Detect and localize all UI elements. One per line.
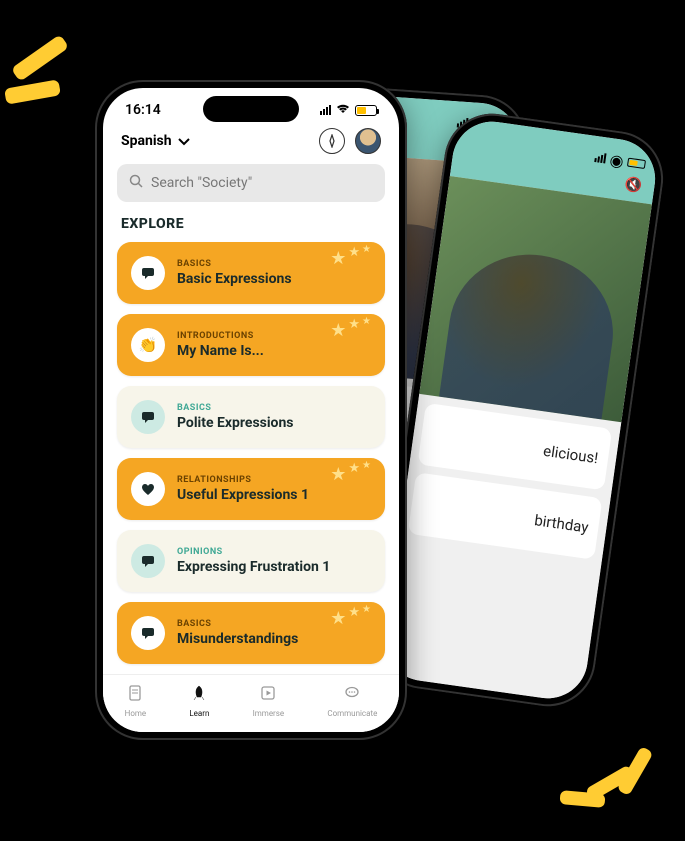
search-icon <box>129 174 143 192</box>
card-category: OPINIONS <box>177 547 330 557</box>
card-icon <box>131 544 165 578</box>
search-input[interactable]: Search "Society" <box>117 164 385 202</box>
card-title: Polite Expressions <box>177 415 293 431</box>
card-category: BASICS <box>177 259 292 269</box>
tab-label: Learn <box>189 709 209 718</box>
lesson-card[interactable]: 👏 INTRODUCTIONS My Name Is... ★★★ <box>117 314 385 376</box>
card-icon: 👏 <box>131 328 165 362</box>
accent-bottom-right <box>570 764 660 806</box>
stars-icon: ★★★ <box>330 248 371 269</box>
tab-learn[interactable]: Learn <box>189 684 209 718</box>
lesson-card[interactable]: BASICS Polite Expressions <box>117 386 385 448</box>
card-category: RELATIONSHIPS <box>177 475 309 485</box>
signal-icon <box>594 152 606 163</box>
signal-icon <box>320 105 331 115</box>
language-label: Spanish <box>121 133 172 149</box>
stars-icon: ★★★ <box>330 608 371 629</box>
tab-bar: Home Learn Immerse Communicate <box>103 674 399 732</box>
stars-icon: ★★★ <box>330 464 371 485</box>
battery-icon <box>627 157 646 168</box>
battery-icon <box>355 105 377 116</box>
tab-communicate[interactable]: Communicate <box>327 684 377 718</box>
tab-label: Communicate <box>327 709 377 718</box>
card-category: BASICS <box>177 403 293 413</box>
mute-icon[interactable]: 🔇 <box>624 176 643 194</box>
avatar[interactable] <box>355 128 381 154</box>
tab-home[interactable]: Home <box>125 684 147 718</box>
card-icon <box>131 400 165 434</box>
section-title: EXPLORE <box>103 216 399 242</box>
chevron-down-icon <box>178 134 190 150</box>
phone-front: 16:14 Spanish <box>95 80 407 740</box>
tab-label: Immerse <box>253 709 285 718</box>
card-icon <box>131 256 165 290</box>
card-title: My Name Is... <box>177 343 264 359</box>
lesson-image <box>419 176 652 422</box>
card-title: Misunderstandings <box>177 631 298 647</box>
card-title: Useful Expressions 1 <box>177 487 309 503</box>
language-select[interactable]: Spanish <box>121 133 190 149</box>
rocket-icon <box>190 684 208 707</box>
lesson-card[interactable]: BASICS Basic Expressions ★★★ <box>117 242 385 304</box>
clock: 16:14 <box>125 102 161 118</box>
card-title: Expressing Frustration 1 <box>177 559 330 575</box>
card-title: Basic Expressions <box>177 271 292 287</box>
lesson-card[interactable]: BASICS Misunderstandings ★★★ <box>117 602 385 664</box>
tab-immerse[interactable]: Immerse <box>253 684 285 718</box>
wifi-icon <box>336 103 350 117</box>
doc-icon <box>126 684 144 707</box>
stars-icon: ★★★ <box>330 320 371 341</box>
card-category: BASICS <box>177 619 298 629</box>
lesson-card[interactable]: OPINIONS Expressing Frustration 1 <box>117 530 385 592</box>
card-icon <box>131 616 165 650</box>
tab-label: Home <box>125 709 147 718</box>
accent-top-left <box>10 50 70 100</box>
compass-icon[interactable] <box>319 128 345 154</box>
lesson-card[interactable]: RELATIONSHIPS Useful Expressions 1 ★★★ <box>117 458 385 520</box>
card-icon <box>131 472 165 506</box>
wifi-icon: ◉ <box>609 150 625 171</box>
card-category: INTRODUCTIONS <box>177 331 264 341</box>
search-placeholder: Search "Society" <box>151 175 252 191</box>
play-icon <box>259 684 277 707</box>
bubble-icon <box>343 684 361 707</box>
